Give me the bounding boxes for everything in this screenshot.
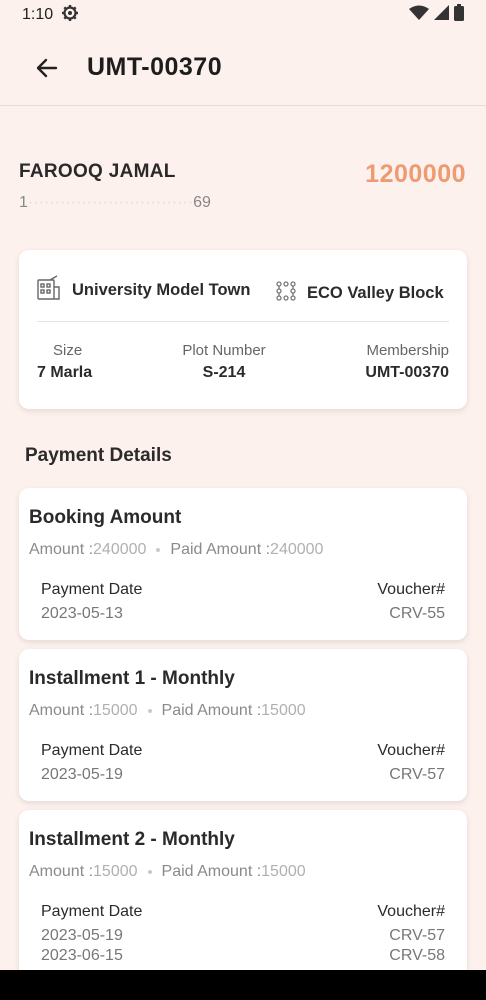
building-icon	[36, 275, 62, 306]
payment-amounts: Amount : 15000 Paid Amount : 15000	[29, 863, 306, 881]
payment-date-value: 2023-05-13	[41, 605, 123, 622]
phone-suffix: 69	[193, 194, 211, 211]
payment-details-title: Payment Details	[25, 445, 172, 466]
payment-date-value: 2023-05-19	[41, 766, 123, 783]
payment-date-value: 2023-05-19	[41, 927, 123, 944]
membership: Membership UMT-00370	[365, 342, 449, 382]
block-grid-icon	[275, 280, 297, 307]
system-nav-bar	[0, 970, 486, 1000]
owner-name: FAROOQ JAMAL	[19, 161, 176, 182]
separator-dot	[147, 709, 152, 713]
block-info: ECO Valley Block	[275, 280, 444, 307]
page-title: UMT-00370	[87, 53, 223, 81]
amount-label: Amount :	[29, 863, 94, 880]
arrow-left-icon	[36, 58, 58, 77]
voucher-label: Voucher#	[377, 903, 445, 920]
separator-dot	[156, 548, 161, 552]
payment-date-value: 2023-06-15	[41, 947, 123, 964]
payment-card[interactable]: Installment 1 - Monthly Amount : 15000 P…	[19, 649, 467, 801]
paid-amount-value: 15000	[261, 863, 306, 880]
phone-prefix: 1	[19, 194, 28, 211]
amount-value: 240000	[93, 541, 147, 558]
payment-amounts: Amount : 15000 Paid Amount : 15000	[29, 702, 306, 720]
payment-title: Installment 1 - Monthly	[29, 668, 235, 689]
battery-icon	[454, 4, 464, 26]
payment-date-label: Payment Date	[41, 742, 143, 759]
paid-amount-label: Paid Amount :	[161, 702, 262, 719]
membership-label: Membership	[366, 342, 449, 359]
amount-label: Amount :	[29, 541, 94, 558]
payment-title: Booking Amount	[29, 507, 182, 528]
signal-icon	[434, 5, 449, 25]
paid-amount-label: Paid Amount :	[170, 541, 271, 558]
voucher-value: CRV-57	[389, 927, 445, 944]
status-time: 1:10	[22, 6, 54, 23]
payment-date-label: Payment Date	[41, 903, 143, 920]
voucher-label: Voucher#	[377, 581, 445, 598]
payment-card[interactable]: Booking Amount Amount : 240000 Paid Amou…	[19, 488, 467, 640]
owner-phone: 1·······························69	[19, 194, 211, 212]
paid-amount-value: 240000	[270, 541, 324, 558]
voucher-value: CRV-57	[389, 766, 445, 783]
phone-mask: ·······························	[27, 194, 194, 211]
payment-date-label: Payment Date	[41, 581, 143, 598]
amount-label: Amount :	[29, 702, 94, 719]
divider	[37, 321, 449, 322]
plot-number-value: S-214	[202, 364, 246, 381]
plot-number: Plot Number S-214	[169, 342, 279, 382]
plot-price: 1200000	[365, 160, 466, 188]
voucher-value: CRV-58	[389, 947, 445, 964]
payment-title: Installment 2 - Monthly	[29, 829, 235, 850]
voucher-value: CRV-55	[389, 605, 445, 622]
amount-value: 15000	[93, 702, 138, 719]
status-bar: 1:10	[0, 0, 486, 30]
society-name: University Model Town	[72, 281, 251, 299]
membership-value: UMT-00370	[365, 364, 449, 381]
paid-amount-value: 15000	[261, 702, 306, 719]
amount-value: 15000	[93, 863, 138, 880]
size-label: Size	[53, 342, 83, 359]
plot-size: Size 7 Marla	[37, 342, 92, 382]
wifi-icon	[409, 5, 429, 26]
separator-dot	[147, 870, 152, 874]
society-info: University Model Town	[36, 275, 250, 306]
paid-amount-label: Paid Amount :	[161, 863, 262, 880]
app-bar: UMT-00370	[0, 30, 486, 106]
size-value: 7 Marla	[37, 364, 93, 381]
back-button[interactable]	[34, 55, 60, 81]
plot-number-label: Plot Number	[182, 342, 266, 359]
payment-amounts: Amount : 240000 Paid Amount : 240000	[29, 541, 323, 559]
status-icons	[409, 4, 464, 26]
block-name: ECO Valley Block	[307, 284, 444, 302]
plot-info-card: University Model Town ECO Valley Block S…	[19, 250, 467, 409]
voucher-label: Voucher#	[377, 742, 445, 759]
payment-card[interactable]: Installment 2 - Monthly Amount : 15000 P…	[19, 810, 467, 985]
settings-gear-icon	[61, 4, 79, 27]
